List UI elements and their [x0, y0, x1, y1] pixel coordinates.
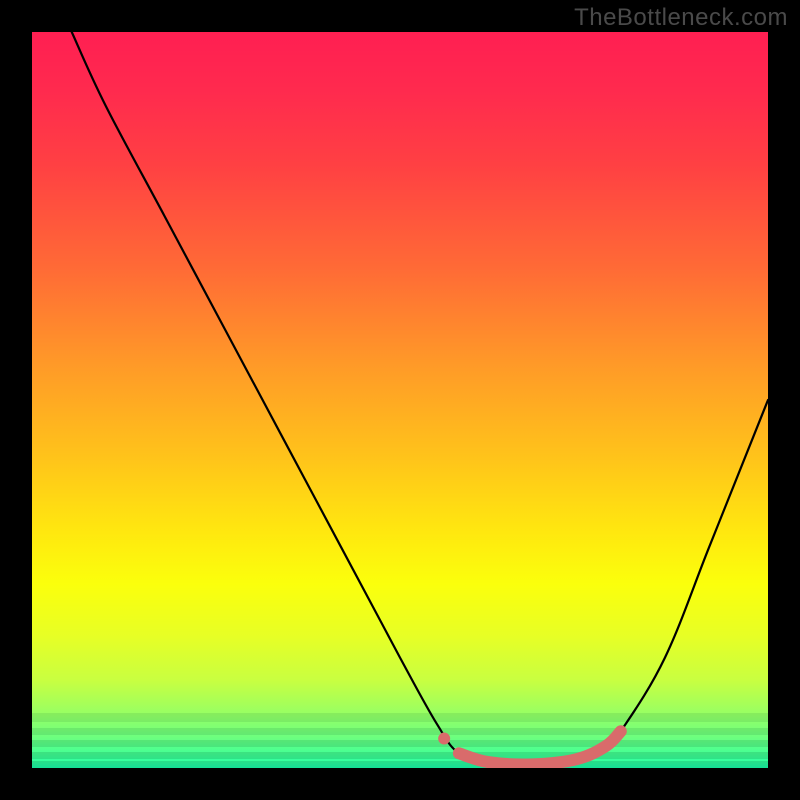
curve-path: [72, 32, 768, 764]
highlight-dot: [438, 733, 450, 745]
chart-svg: [32, 32, 768, 768]
watermark-text: TheBottleneck.com: [574, 4, 788, 32]
plot-area: [32, 32, 768, 768]
chart-frame: TheBottleneck.com: [0, 0, 800, 800]
highlight-path: [459, 731, 621, 764]
